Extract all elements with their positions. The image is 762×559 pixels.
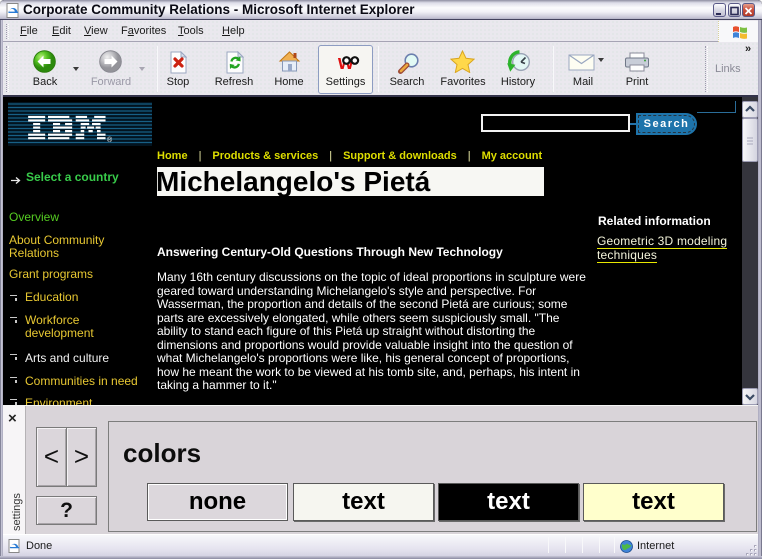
svg-text:®: ® — [107, 136, 113, 144]
